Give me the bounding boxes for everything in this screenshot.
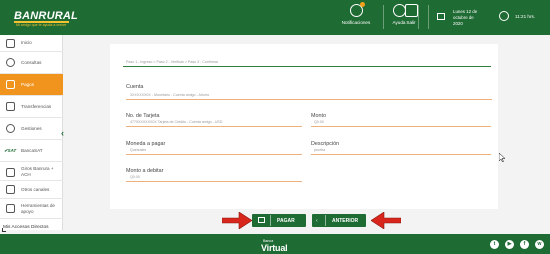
sidebar-item-pagos[interactable]: Pagos (0, 74, 63, 96)
button-separator (325, 215, 326, 226)
cuenta-underline (126, 99, 492, 100)
logo-tagline: Mi amigo que te ayuda a crecer (16, 23, 67, 27)
sidebar-item-label: BancaSAT (21, 148, 43, 153)
tarjeta-value: 4770XXXXXX0X Tarjeta de Crédito - Cuenta… (130, 120, 223, 124)
chevron-left-icon: ‹ (316, 217, 318, 224)
notification-badge (359, 2, 365, 7)
sidebar-item-label: Herramientas de apoyo (21, 203, 55, 214)
current-date: Lunes 12 de octubre de 2020 (453, 9, 478, 26)
sidebar-item-label: Pagos (21, 82, 35, 87)
pagar-label: PAGAR (277, 217, 295, 224)
bell-icon (349, 2, 365, 17)
facebook-icon[interactable]: f (520, 240, 529, 249)
descripcion-label: Descripción (311, 141, 340, 147)
moneda-underline (126, 154, 302, 155)
debitar-value: Q0.00 (130, 175, 140, 179)
debitar-label: Monto a debitar (126, 168, 164, 174)
gear-icon (6, 124, 15, 133)
sidebar-item-label: Giros Banrura + ACH (21, 166, 54, 177)
payments-icon (6, 80, 15, 89)
sidebar-item-label: Consultas (21, 60, 42, 65)
current-time: 11:21 hrs. (515, 14, 536, 19)
breadcrumb-underline (123, 66, 491, 67)
divider (383, 5, 384, 29)
monto-label: Monto (311, 113, 326, 119)
home-icon (6, 39, 15, 48)
moneda-label: Moneda a pagar (126, 141, 166, 147)
clock-icon (499, 11, 509, 21)
sidebar-item-consultas[interactable]: Consultas (0, 52, 63, 74)
moneda-value: Quetzales (130, 148, 147, 152)
mouse-cursor-icon (499, 153, 505, 162)
exit-button[interactable]: Salir (402, 4, 420, 32)
youtube-icon[interactable]: ▶ (505, 240, 514, 249)
payment-icon (258, 217, 265, 223)
accesos-directos-link[interactable]: Mis Accesos Directos (3, 225, 49, 230)
collapse-sidebar-chevron-icon[interactable]: ‹ (61, 128, 64, 138)
transfer-icon (6, 102, 15, 111)
sidebar-item-gestiones[interactable]: Gestiones (0, 118, 63, 140)
bancasat-icon: ✔SAT (4, 148, 17, 153)
pagar-button[interactable]: PAGAR (252, 214, 306, 227)
monto-value: Q0.00 (314, 120, 324, 124)
button-separator (270, 215, 271, 226)
descripcion-value: prueba (314, 148, 326, 152)
monto-underline (311, 126, 491, 127)
red-arrow-left-icon (371, 212, 401, 229)
notifications-label: Notificaciones (341, 20, 371, 25)
bank-icon (6, 168, 15, 177)
exit-label: Salir (406, 20, 416, 25)
exit-icon (404, 4, 418, 17)
sidebar-item-otros-canales[interactable]: Otros canales (0, 181, 63, 199)
notifications-button[interactable]: Notificaciones (338, 2, 374, 32)
divider (428, 5, 429, 29)
debitar-underline (126, 181, 302, 182)
calendar-icon (437, 13, 445, 20)
grid-icon (6, 185, 15, 194)
anterior-button[interactable]: ‹ ANTERIOR (312, 214, 366, 227)
whatsapp-icon[interactable]: w (535, 240, 544, 249)
descripcion-underline (311, 154, 491, 155)
search-icon (6, 58, 15, 67)
sidebar-item-herramientas[interactable]: Herramientas de apoyo (0, 199, 63, 219)
sidebar-item-transferencias[interactable]: Transferencias (0, 96, 63, 118)
anterior-label: ANTERIOR (332, 217, 359, 224)
twitter-icon[interactable]: t (490, 240, 499, 249)
cuenta-label: Cuenta (126, 84, 144, 90)
sidebar-item-inicio[interactable]: Inicio (0, 35, 63, 52)
banca-virtual-logo: Virtual (261, 243, 288, 253)
sidebar-item-label: Gestiones (21, 126, 42, 131)
sidebar-item-label: Inicio (21, 40, 32, 45)
tarjeta-underline (126, 126, 302, 127)
step-breadcrumb: Paso 1 - Ingreso > Paso 2 - Verificar > … (126, 60, 219, 64)
cuenta-value: 3XXXXXX0X - Monetario - Cuenta amigo - A… (130, 93, 210, 97)
tools-icon (6, 204, 15, 213)
sidebar-item-label: Otros canales (21, 187, 50, 192)
sidebar-item-bancasat[interactable]: ✔SAT BancaSAT (0, 140, 63, 162)
banrural-logo[interactable]: BANRURAL Mi amigo que te ayuda a crecer (6, 5, 78, 30)
sidebar-item-label: Transferencias (21, 104, 52, 109)
tarjeta-label: No. de Tarjeta (126, 113, 160, 119)
red-arrow-right-icon (222, 212, 252, 229)
sidebar-item-giros[interactable]: Giros Banrura + ACH (0, 162, 63, 181)
